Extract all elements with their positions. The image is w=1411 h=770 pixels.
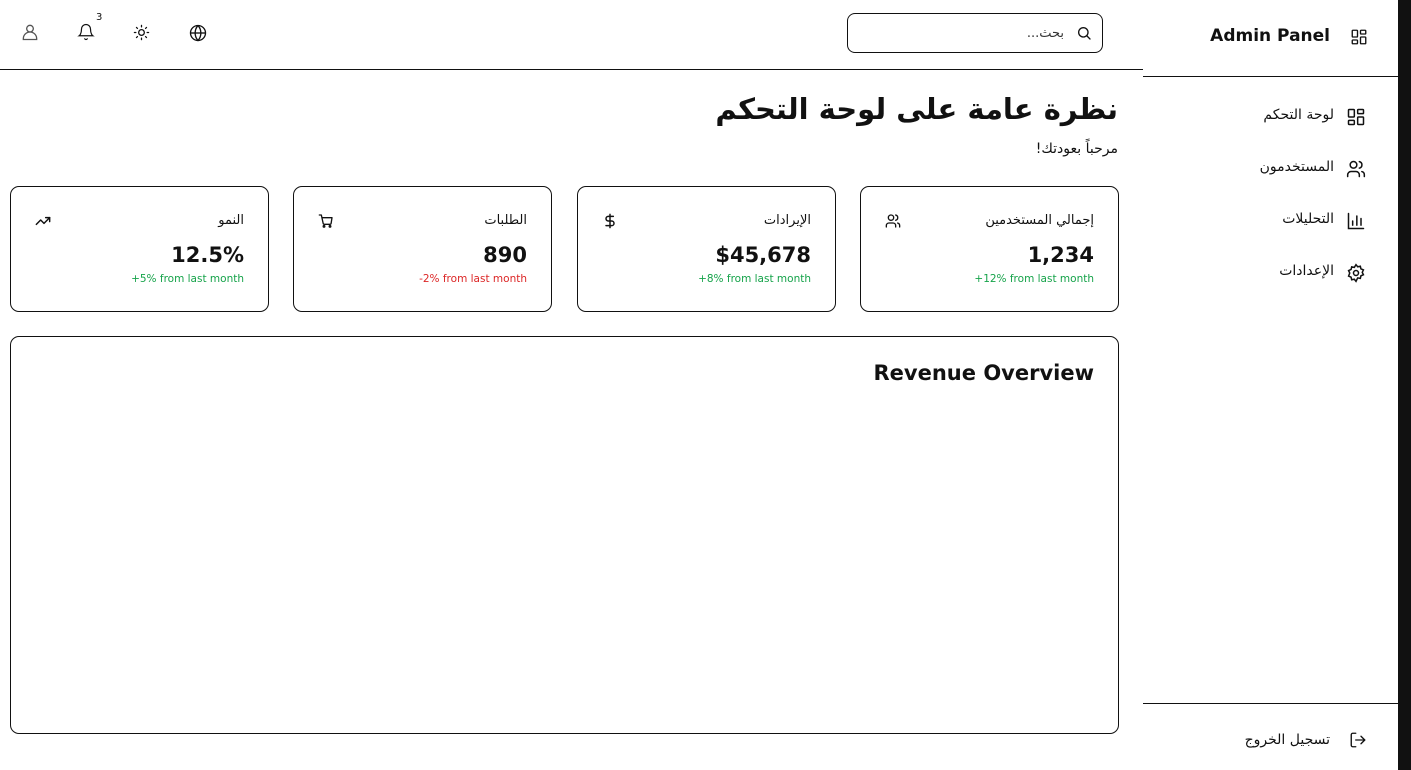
search-icon [1078,27,1091,40]
stat-change: +8% from last month [698,273,811,285]
sidebar-item-users[interactable]: المستخدمون [1143,150,1398,202]
cart-icon [318,214,333,228]
window-scrollbar[interactable] [1398,0,1411,770]
sidebar-item-label: الإعدادات [1279,263,1334,279]
sidebar-nav: لوحة التحكم المستخدمون التحليلات الإعداد… [1143,98,1398,306]
brand-title: Admin Panel [1210,26,1330,46]
logout-button[interactable]: تسجيل الخروج [1143,726,1398,756]
revenue-overview-title: Revenue Overview [873,361,1094,385]
dashboard-grid-icon [1351,29,1367,45]
sidebar-item-settings[interactable]: الإعدادات [1143,254,1398,306]
sidebar: Admin Panel لوحة التحكم المستخدمون التحل… [1143,0,1398,770]
stat-card-total-users: إجمالي المستخدمين 1,234 +12% from last m… [860,186,1119,312]
top-header: 3 [0,0,1143,70]
bar-chart-icon [1347,212,1365,230]
stat-label: النمو [218,213,244,228]
stat-label: الطلبات [484,213,527,228]
sun-icon [133,24,150,41]
stat-card-growth: النمو 12.5% +5% from last month [10,186,269,312]
stat-value: 890 [483,243,527,267]
stat-value: $45,678 [715,243,811,267]
revenue-overview-card: Revenue Overview [10,336,1119,734]
dollar-icon [605,213,615,229]
notification-count-badge: 3 [96,12,103,23]
dashboard-grid-icon [1347,108,1365,126]
stat-card-orders: الطلبات 890 -2% from last month [293,186,552,312]
sidebar-brand: Admin Panel [1143,0,1398,77]
sidebar-item-label: لوحة التحكم [1263,107,1334,123]
stat-change: +5% from last month [131,273,244,285]
bell-icon [77,23,95,41]
stat-label: الإيرادات [763,213,811,228]
logout-label: تسجيل الخروج [1244,732,1330,748]
sidebar-item-dashboard[interactable]: لوحة التحكم [1143,98,1398,150]
gear-icon [1347,263,1365,283]
stat-change: +12% from last month [974,273,1094,285]
stat-label: إجمالي المستخدمين [985,213,1094,228]
stat-change: -2% from last month [419,273,527,285]
sidebar-item-analytics[interactable]: التحليلات [1143,202,1398,254]
user-icon [22,24,38,41]
users-icon [885,214,901,228]
language-button[interactable] [189,24,209,44]
stat-value: 1,234 [1027,243,1094,267]
sidebar-footer: تسجيل الخروج [1143,703,1398,770]
stat-value: 12.5% [171,243,244,267]
trending-up-icon [35,216,51,226]
search-input[interactable] [856,22,1064,44]
sidebar-item-label: المستخدمون [1259,159,1334,175]
search-box [847,13,1103,53]
theme-toggle-button[interactable] [133,24,153,44]
sidebar-item-label: التحليلات [1282,211,1334,227]
notifications-button[interactable] [77,23,97,43]
users-icon [1346,160,1366,178]
logout-icon [1350,732,1366,748]
stat-card-revenue: الإيرادات $45,678 +8% from last month [577,186,836,312]
page-title: نظرة عامة على لوحة التحكم [715,92,1118,126]
user-profile-button[interactable] [20,22,40,42]
globe-icon [189,24,207,42]
page-subtitle: مرحباً بعودتك! [1035,141,1118,157]
